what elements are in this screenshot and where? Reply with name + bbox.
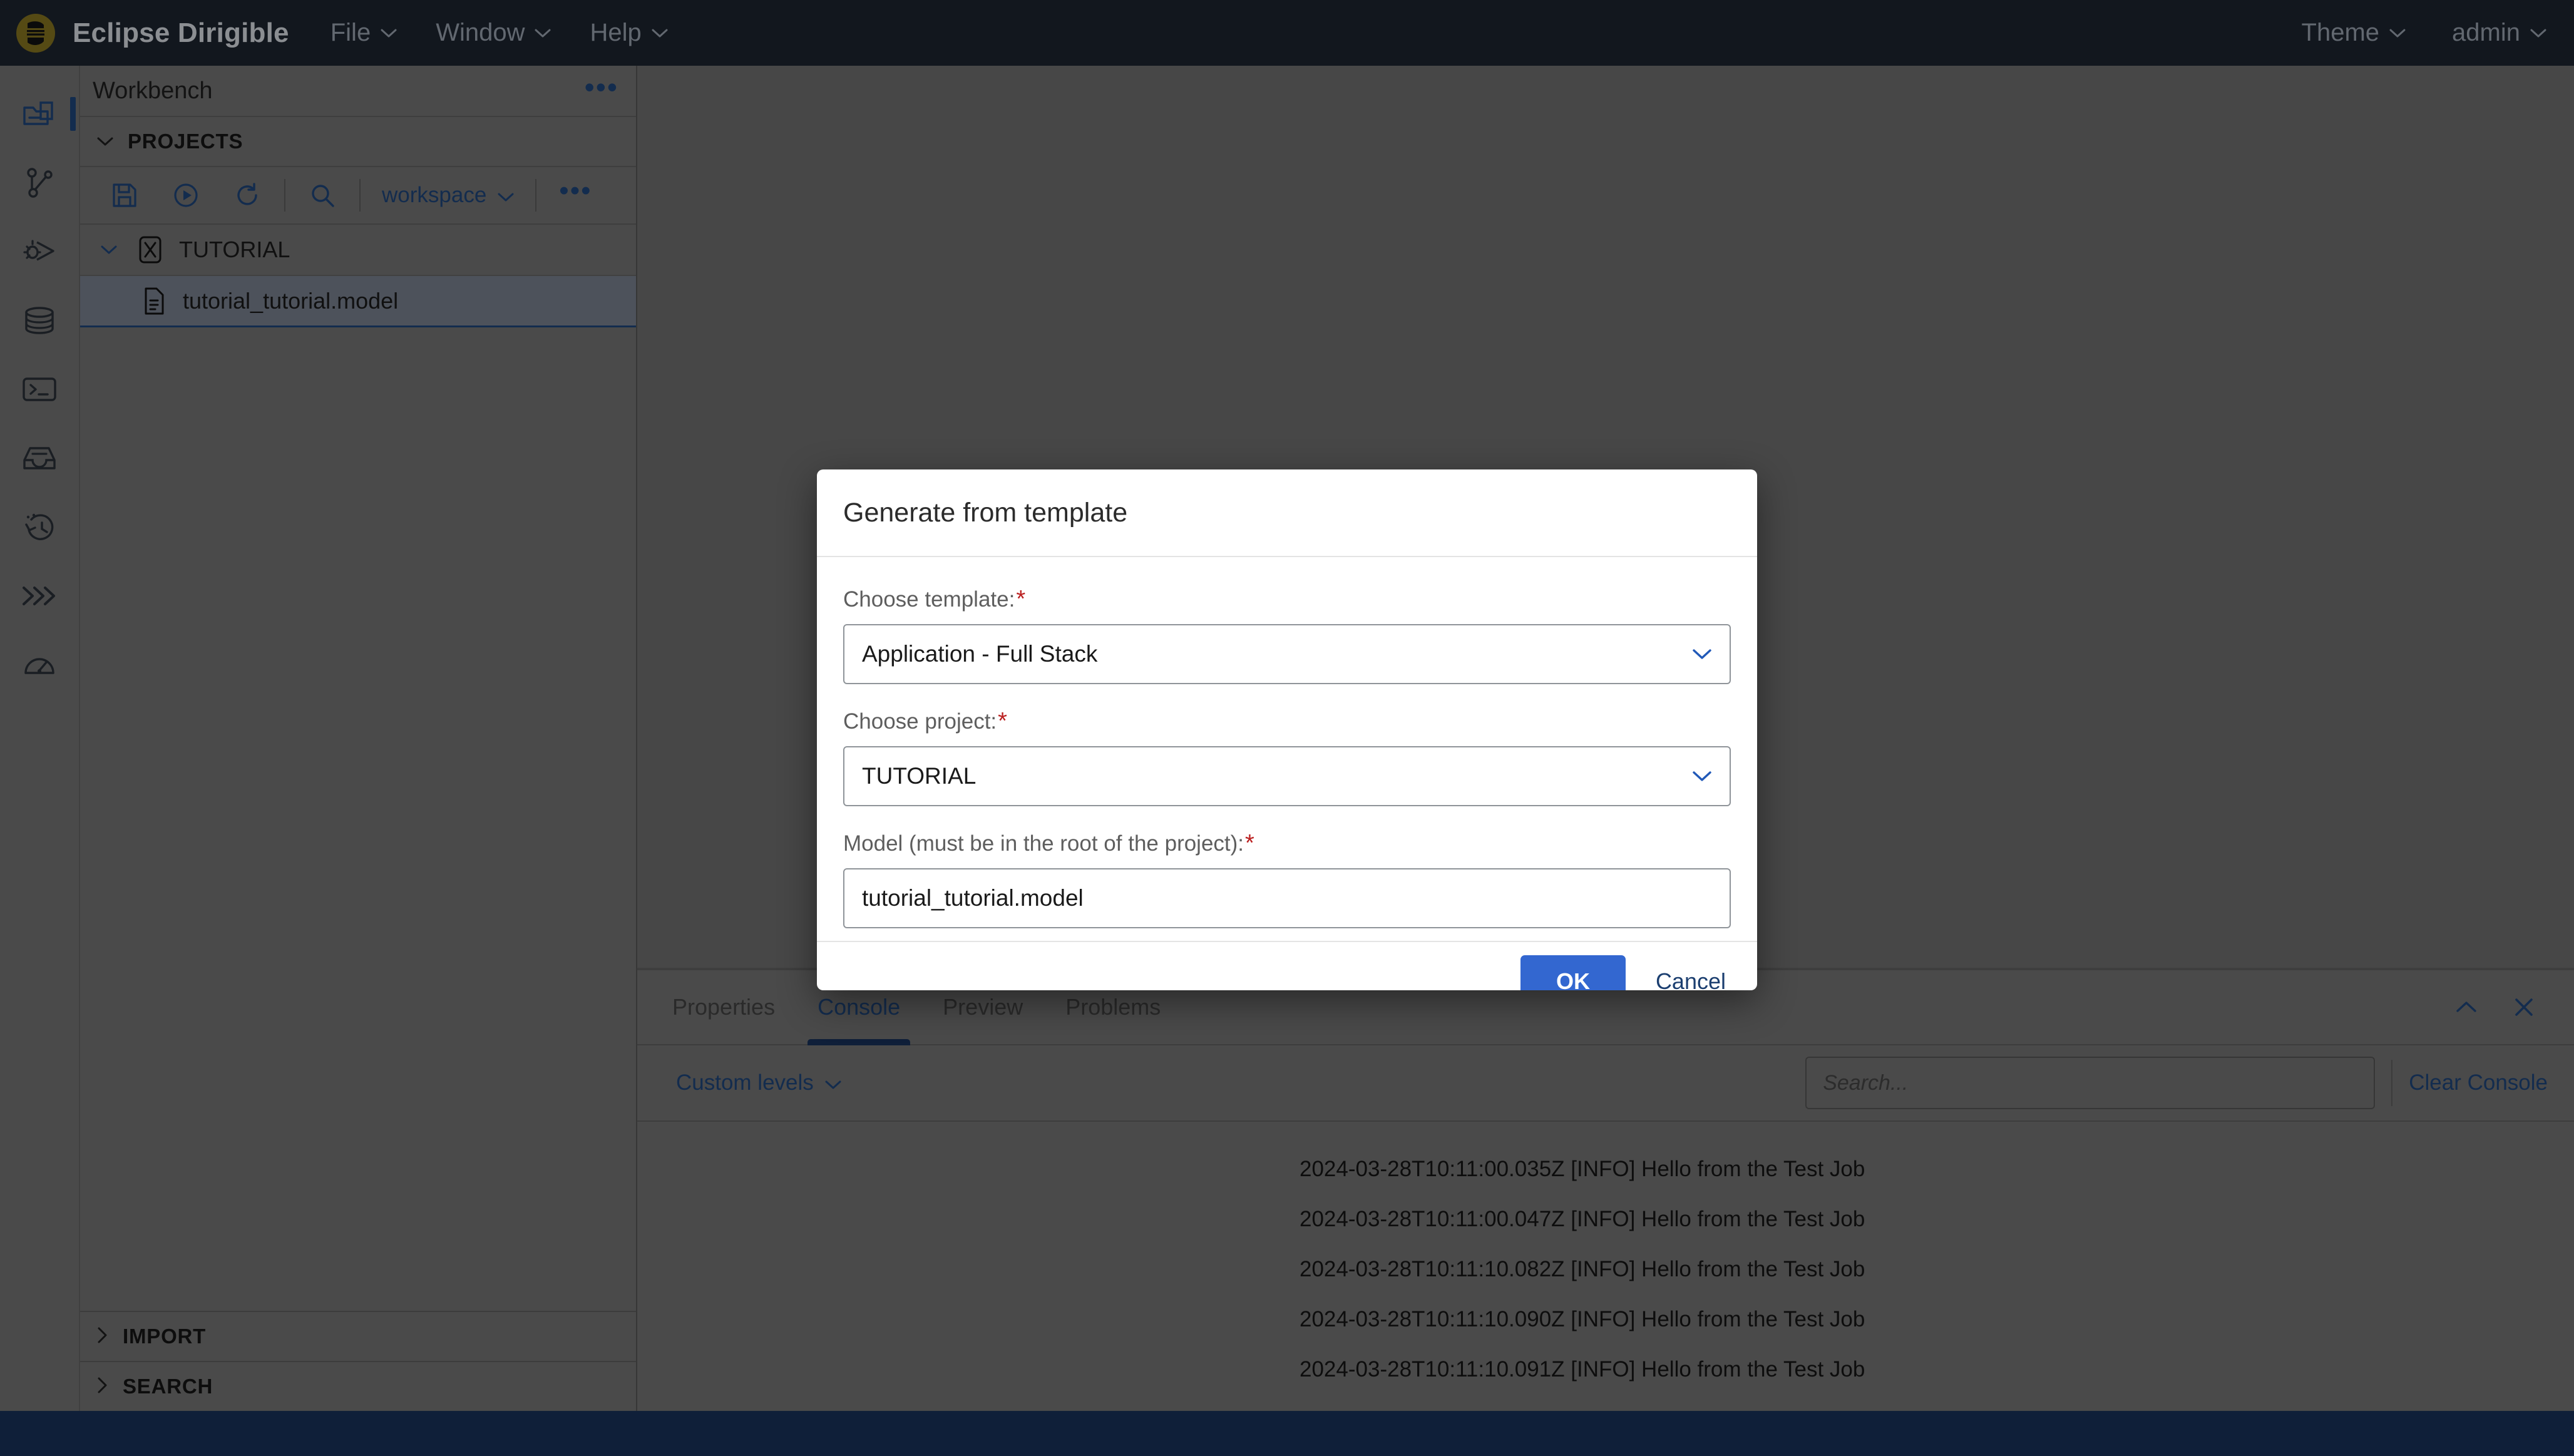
choose-project-label: Choose project: * <box>843 708 1731 735</box>
model-path-input[interactable]: tutorial_tutorial.model <box>843 868 1731 928</box>
required-asterisk: * <box>1245 830 1254 856</box>
choose-template-label-text: Choose template: <box>843 587 1015 612</box>
choose-template-label: Choose template: * <box>843 586 1731 613</box>
application-window: Eclipse Dirigible File Window Help Theme <box>0 0 2574 1456</box>
choose-project-label-text: Choose project: <box>843 709 997 734</box>
model-path-label-text: Model (must be in the root of the projec… <box>843 831 1244 856</box>
dialog-body: Choose template: * Application - Full St… <box>817 557 1757 941</box>
model-path-label: Model (must be in the root of the projec… <box>843 830 1731 857</box>
dialog-title: Generate from template <box>843 497 1128 528</box>
choose-template-value: Application - Full Stack <box>862 641 1098 667</box>
choose-project-select[interactable]: TUTORIAL <box>843 746 1731 806</box>
choose-project-value: TUTORIAL <box>862 763 977 789</box>
field-model-path: Model (must be in the root of the projec… <box>843 830 1731 928</box>
choose-template-select[interactable]: Application - Full Stack <box>843 624 1731 684</box>
ok-button[interactable]: OK <box>1520 955 1626 990</box>
dialog-header: Generate from template <box>817 469 1757 557</box>
required-asterisk: * <box>1016 586 1026 612</box>
cancel-button[interactable]: Cancel <box>1651 968 1731 990</box>
generate-from-template-dialog: Generate from template Choose template: … <box>817 469 1757 990</box>
field-choose-template: Choose template: * Application - Full St… <box>843 586 1731 684</box>
required-asterisk: * <box>998 708 1007 734</box>
model-path-value: tutorial_tutorial.model <box>862 885 1084 911</box>
chevron-down-icon <box>1692 648 1712 660</box>
dialog-footer: OK Cancel <box>817 941 1757 990</box>
field-choose-project: Choose project: * TUTORIAL <box>843 708 1731 806</box>
chevron-down-icon <box>1692 770 1712 782</box>
